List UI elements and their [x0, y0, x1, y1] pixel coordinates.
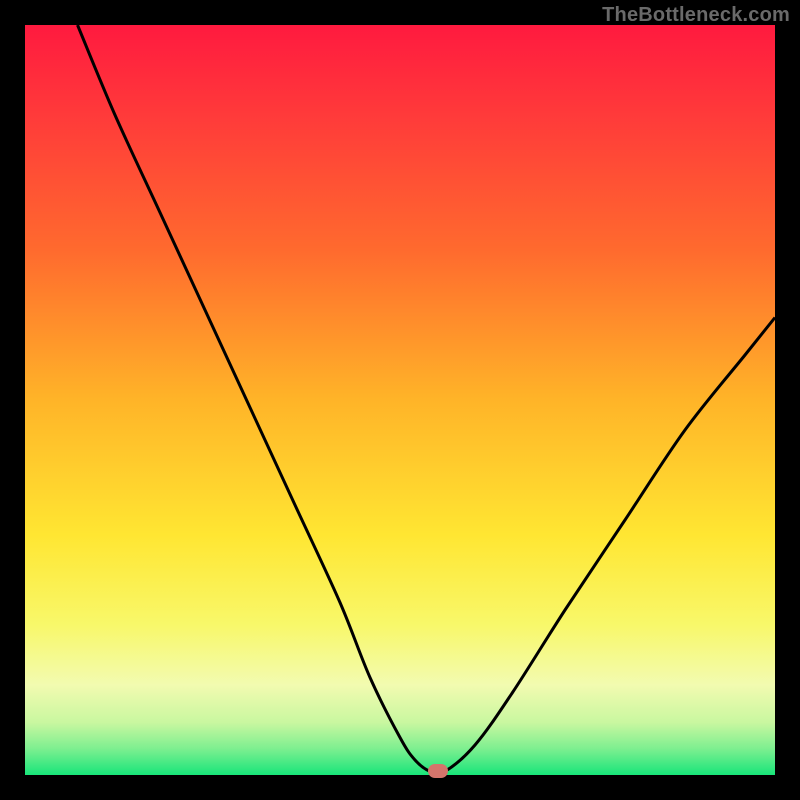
watermark-text: TheBottleneck.com: [602, 4, 790, 27]
chart-frame: TheBottleneck.com: [0, 0, 800, 800]
curve-path: [78, 25, 776, 774]
bottleneck-curve: [25, 25, 775, 775]
optimum-marker: [428, 764, 448, 778]
plot-area: [25, 25, 775, 775]
